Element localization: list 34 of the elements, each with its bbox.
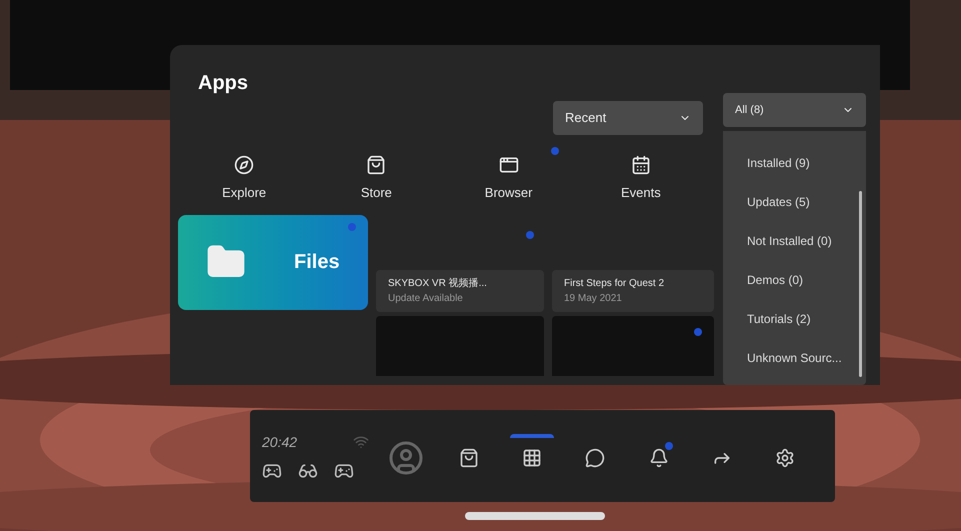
- shortcut-button[interactable]: Store: [310, 147, 442, 202]
- browser-window-icon: [498, 155, 519, 175]
- app-title: SKYBOX VR 视频播...: [388, 276, 487, 290]
- bell-icon: [648, 448, 669, 468]
- app-thumbnail[interactable]: [552, 316, 714, 376]
- filter-option[interactable]: Demos (0): [723, 260, 866, 299]
- compass-icon: [234, 155, 254, 175]
- calendar-icon: [630, 155, 651, 175]
- shortcut-button[interactable]: Browser: [442, 147, 575, 202]
- bag-icon: [459, 448, 480, 468]
- app-card[interactable]: SKYBOX VR 视频播... Update Available: [376, 270, 544, 312]
- filter-option[interactable]: Tutorials (2): [723, 299, 866, 338]
- app-subtitle: 19 May 2021: [564, 292, 622, 306]
- wifi-icon: [353, 434, 370, 450]
- settings-icon: [774, 448, 795, 468]
- apps-grid-icon: [522, 448, 542, 468]
- app-card[interactable]: First Steps for Quest 2 19 May 2021: [552, 270, 714, 312]
- files-tile[interactable]: Files: [178, 214, 368, 310]
- sort-dropdown[interactable]: Recent: [553, 101, 703, 135]
- filter-option[interactable]: Installed (9): [723, 143, 866, 182]
- filter-option[interactable]: Updates (5): [723, 182, 866, 221]
- chat-icon: [585, 448, 606, 468]
- filter-option[interactable]: Not Installed (0): [723, 221, 866, 260]
- filter-option[interactable]: Unknown Sourc...: [723, 338, 866, 377]
- bag-icon: [366, 155, 386, 175]
- app-subtitle: Update Available: [388, 292, 463, 306]
- app-title: First Steps for Quest 2: [564, 276, 664, 290]
- profile-icon: [388, 440, 424, 476]
- scrollbar[interactable]: [858, 191, 862, 377]
- filter-dropdown[interactable]: All (8): [723, 93, 866, 127]
- shortcut-button[interactable]: Events: [574, 147, 707, 202]
- clock: 20:42: [262, 432, 298, 452]
- panel-title: Apps: [198, 71, 248, 96]
- shortcut-button[interactable]: Explore: [178, 147, 310, 202]
